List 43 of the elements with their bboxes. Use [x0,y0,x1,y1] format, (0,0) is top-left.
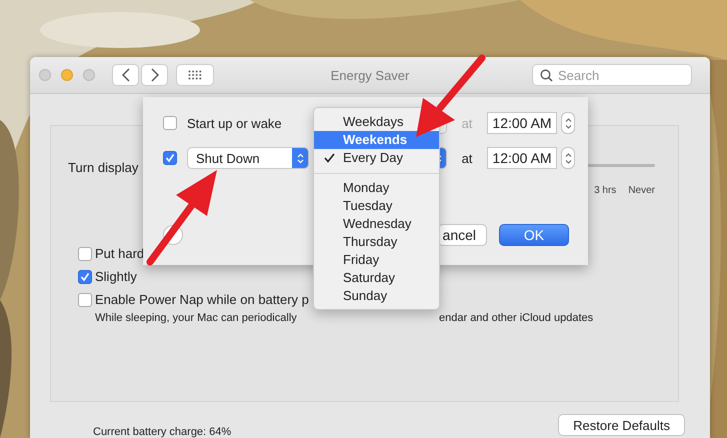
action-popup[interactable]: Shut Down [187,147,309,169]
time-stepper[interactable] [561,147,575,169]
menu-item[interactable]: Tuesday [314,197,439,215]
time-stepper[interactable] [561,112,575,134]
menu-item[interactable]: Monday [314,179,439,197]
menu-item[interactable]: Wednesday [314,215,439,233]
checkbox[interactable] [163,151,177,165]
ok-button[interactable]: OK [499,224,569,246]
checkbox-label: Slightly [95,269,137,284]
menu-item[interactable]: Every Day [314,149,439,167]
search-icon [540,69,553,82]
back-button[interactable] [112,64,139,86]
window-title: Energy Saver [330,68,410,82]
restore-defaults-button[interactable]: Restore Defaults [558,414,685,436]
chevron-left-icon [122,68,130,82]
checkbox[interactable] [78,292,92,306]
time-field[interactable]: 12:00 AM [487,147,557,169]
search-field[interactable]: Search [532,64,692,86]
at-label: at [460,150,474,166]
setting-label: Turn display [68,160,138,177]
menu-item[interactable]: Thursday [314,233,439,251]
chevron-right-icon [150,68,158,82]
option-description: While sleeping, your Mac can periodically [95,312,298,324]
grid-icon [188,70,202,80]
schedule-label: Start up or wake [187,116,283,130]
slider-label: Never [628,185,655,196]
slider-label: 3 hrs [594,185,616,196]
at-label: at [460,116,474,130]
battery-status: Current battery charge: 64% [93,426,232,438]
checkbox[interactable] [78,246,92,260]
menu-item[interactable]: Sunday [314,287,439,305]
checkbox-label: Enable Power Nap while on battery p [95,292,309,307]
option-description: endar and other iCloud updates [439,312,594,324]
forward-button[interactable] [141,64,168,86]
show-all-button[interactable] [176,64,214,86]
checkbox-label: Put hard [95,246,144,261]
cancel-button[interactable]: ancel [438,224,487,246]
menu-item[interactable]: Weekends [314,131,439,149]
time-field[interactable]: 12:00 AM [487,112,557,134]
menu-item[interactable]: Saturday [314,269,439,287]
checkbox[interactable] [78,270,92,284]
checkbox[interactable] [163,116,177,130]
menu-item[interactable]: Friday [314,251,439,269]
